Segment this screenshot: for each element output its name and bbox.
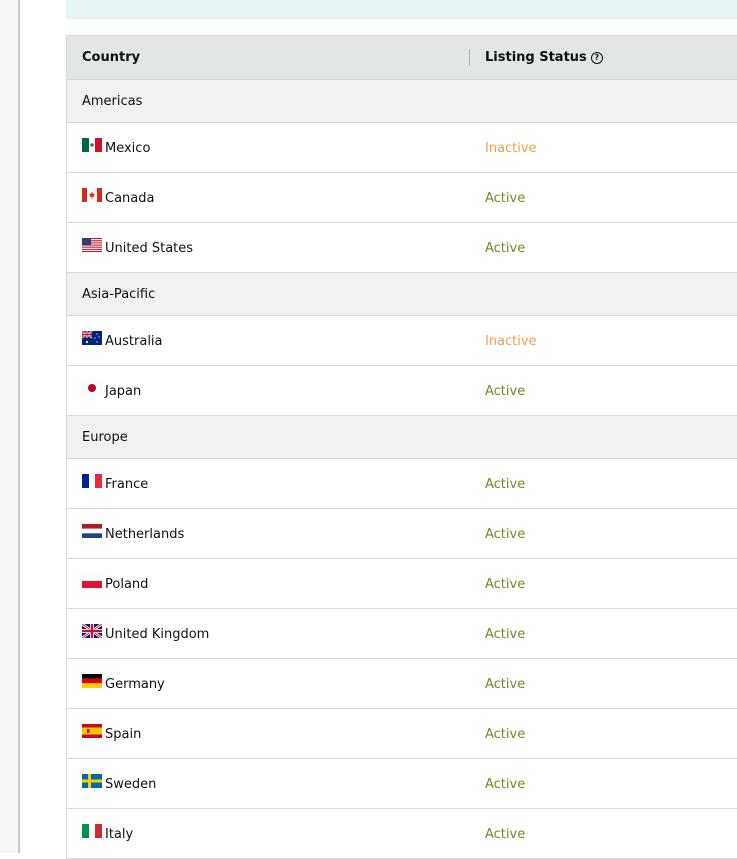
- listing-status: Active: [485, 241, 526, 256]
- listing-status: Active: [485, 627, 526, 642]
- table-row: Poland Active: [67, 559, 737, 609]
- table-row: United Kingdom Active: [67, 609, 737, 659]
- top-banner: [66, 0, 737, 19]
- country-name: Spain: [105, 727, 142, 742]
- column-header-listing-status[interactable]: Listing Status ?: [485, 50, 603, 65]
- region-label: Europe: [82, 430, 128, 445]
- region-label: Americas: [82, 94, 143, 109]
- country-name: Canada: [105, 191, 155, 206]
- listing-status: Inactive: [485, 334, 537, 349]
- table-row: Italy Active: [67, 809, 737, 859]
- poland-flag-icon: [82, 574, 102, 588]
- listing-status: Active: [485, 677, 526, 692]
- country-name: Japan: [105, 384, 142, 399]
- country-name: Sweden: [105, 777, 157, 792]
- japan-flag-icon: [82, 381, 102, 395]
- france-flag-icon: [82, 474, 102, 488]
- uk-flag-icon: [82, 624, 102, 638]
- italy-flag-icon: [82, 824, 102, 838]
- netherlands-flag-icon: [82, 524, 102, 538]
- country-name: Germany: [105, 677, 165, 692]
- region-row-asia-pacific: Asia-Pacific: [67, 273, 737, 316]
- country-name: United States: [105, 241, 194, 256]
- listing-status: Active: [485, 577, 526, 592]
- canada-flag-icon: [82, 188, 102, 202]
- table-row: Canada Active: [67, 173, 737, 223]
- listing-status: Active: [485, 191, 526, 206]
- region-row-americas: Americas: [67, 80, 737, 123]
- country-name: Netherlands: [105, 527, 185, 542]
- germany-flag-icon: [82, 674, 102, 688]
- listing-status: Active: [485, 727, 526, 742]
- country-name: Mexico: [105, 141, 151, 156]
- listing-status: Active: [485, 384, 526, 399]
- spain-flag-icon: [82, 724, 102, 738]
- us-flag-icon: [82, 238, 102, 252]
- mexico-flag-icon: [82, 138, 102, 152]
- table-header: Country Listing Status ?: [67, 36, 737, 80]
- country-name: France: [105, 477, 149, 492]
- country-status-table: Country Listing Status ? Americas Mexico…: [66, 35, 737, 859]
- table-row: Japan Active: [67, 366, 737, 416]
- column-divider[interactable]: [469, 49, 470, 66]
- country-name: United Kingdom: [105, 627, 210, 642]
- listing-status: Active: [485, 527, 526, 542]
- region-label: Asia-Pacific: [82, 287, 156, 302]
- table-row: Sweden Active: [67, 759, 737, 809]
- table-row: Mexico Inactive: [67, 123, 737, 173]
- listing-status: Inactive: [485, 141, 537, 156]
- left-gutter: [0, 0, 20, 853]
- country-name: Italy: [105, 827, 134, 842]
- table-row: United States Active: [67, 223, 737, 273]
- country-name: Poland: [105, 577, 149, 592]
- listing-status: Active: [485, 827, 526, 842]
- table-row: Australia Inactive: [67, 316, 737, 366]
- table-row: France Active: [67, 459, 737, 509]
- help-icon[interactable]: ?: [590, 51, 603, 64]
- australia-flag-icon: [82, 331, 102, 345]
- country-name: Australia: [105, 334, 163, 349]
- table-row: Netherlands Active: [67, 509, 737, 559]
- listing-status: Active: [485, 777, 526, 792]
- table-row: Germany Active: [67, 659, 737, 709]
- table-row: Spain Active: [67, 709, 737, 759]
- sweden-flag-icon: [82, 774, 102, 788]
- column-header-country[interactable]: Country: [82, 50, 140, 65]
- region-row-europe: Europe: [67, 416, 737, 459]
- column-header-listing-status-label: Listing Status: [485, 50, 587, 65]
- listing-status: Active: [485, 477, 526, 492]
